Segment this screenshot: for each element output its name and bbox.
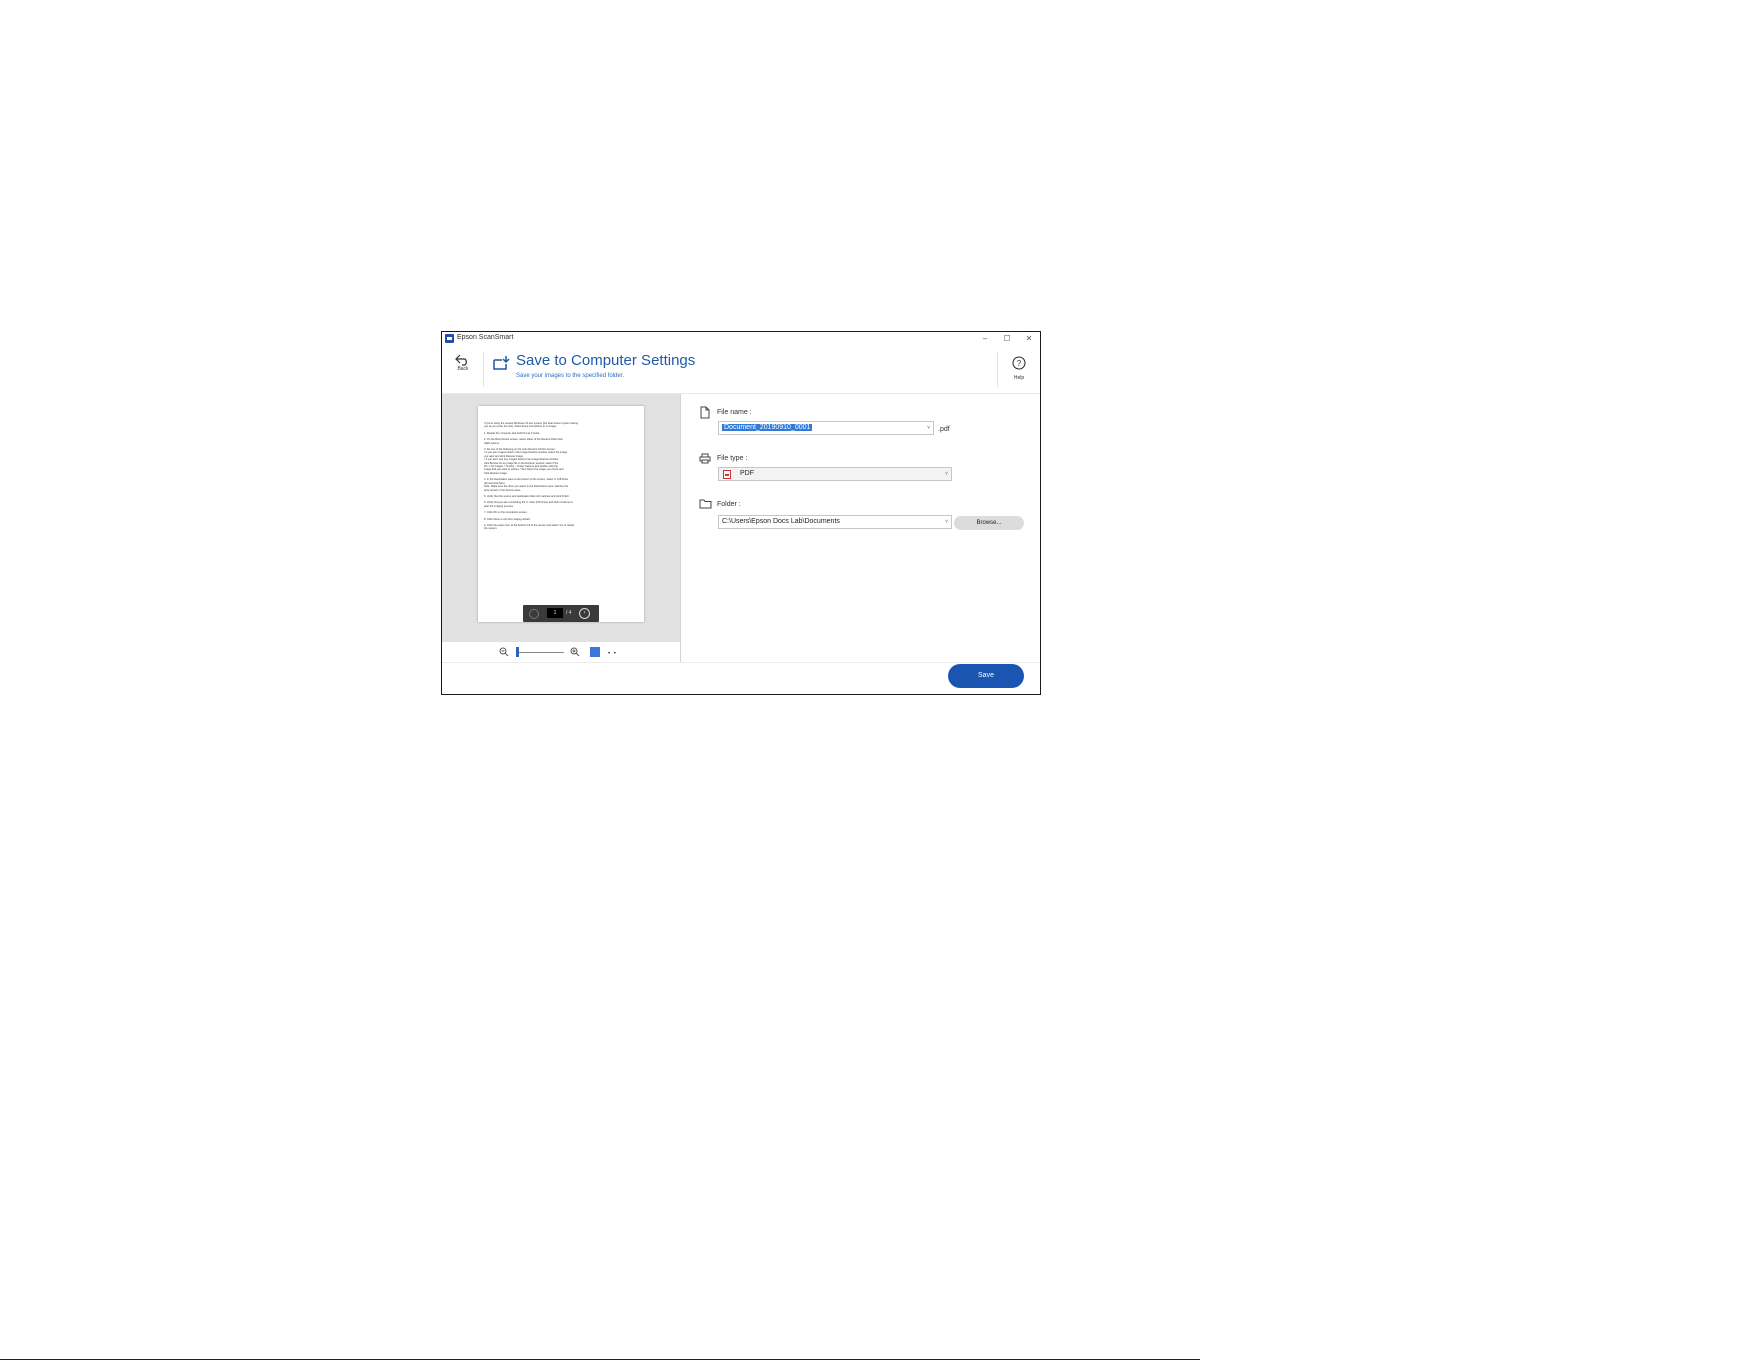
- browse-button[interactable]: Browse...: [954, 516, 1024, 530]
- file-name-icon: [700, 406, 710, 419]
- chevron-down-icon[interactable]: ˅: [945, 516, 948, 528]
- close-button[interactable]: ✕: [1018, 332, 1040, 345]
- previous-page-button[interactable]: [529, 609, 539, 619]
- epson-scansmart-window: Epson ScanSmart – ☐ ✕ Back Save to Compu…: [441, 331, 1041, 695]
- file-type-select[interactable]: PDF ˅: [718, 467, 952, 481]
- chevron-down-icon[interactable]: ˅: [945, 468, 948, 480]
- help-label: Help: [1013, 375, 1025, 381]
- page-navigator: 1 / 4 ›: [523, 605, 599, 622]
- fit-page-icon[interactable]: [590, 647, 600, 657]
- file-extension: .pdf: [938, 426, 950, 433]
- maximize-button[interactable]: ☐: [996, 332, 1018, 345]
- footer-divider: [442, 662, 1040, 663]
- folder-path-value: C:\Users\Epson Docs Lab\Documents: [722, 518, 840, 525]
- more-options-icon[interactable]: • •: [608, 651, 617, 657]
- header-divider: [483, 352, 484, 387]
- chevron-down-icon[interactable]: ˅: [927, 422, 930, 434]
- file-type-label: File type :: [717, 455, 748, 462]
- zoom-toolbar: • •: [442, 642, 681, 662]
- document-line: the system.: [484, 527, 498, 531]
- back-label: Back: [457, 366, 469, 372]
- page-title: Save to Computer Settings: [516, 352, 696, 369]
- document-preview[interactable]: If you're using the newest Windows 10 te…: [478, 406, 644, 622]
- help-circle-icon: ?: [1012, 356, 1026, 370]
- document-text: If you're using the newest Windows 10 te…: [484, 422, 638, 531]
- title-bar: Epson ScanSmart – ☐ ✕: [442, 332, 1040, 345]
- zoom-in-icon[interactable]: [570, 647, 580, 657]
- back-button[interactable]: Back: [448, 354, 478, 388]
- app-logo-icon: [445, 334, 454, 343]
- save-button[interactable]: Save: [948, 664, 1024, 688]
- header-divider-right: [997, 352, 998, 387]
- folder-path-input[interactable]: C:\Users\Epson Docs Lab\Documents ˅: [718, 515, 952, 529]
- zoom-out-icon[interactable]: [499, 647, 509, 657]
- page-subtitle: Save your images to the specified folder…: [516, 373, 625, 379]
- folder-icon: [699, 499, 712, 509]
- back-arrow-icon: [455, 354, 467, 366]
- zoom-slider-track[interactable]: [516, 652, 564, 653]
- file-name-label: File name :: [717, 409, 752, 416]
- save-to-computer-icon: [493, 356, 510, 370]
- page-total: / 4: [566, 610, 572, 616]
- zoom-slider-thumb[interactable]: [515, 647, 519, 657]
- next-page-button[interactable]: ›: [579, 608, 590, 619]
- app-title: Epson ScanSmart: [457, 334, 514, 341]
- page-number-input[interactable]: 1: [547, 608, 563, 618]
- svg-text:?: ?: [1017, 359, 1022, 368]
- preview-pane: If you're using the newest Windows 10 te…: [442, 394, 681, 642]
- pdf-icon: [723, 470, 731, 479]
- file-name-input[interactable]: Document_20190910_0001 ˅: [718, 421, 934, 435]
- page-bottom-rule: [0, 1359, 1200, 1360]
- file-type-value: PDF: [740, 470, 754, 477]
- folder-label: Folder :: [717, 501, 741, 508]
- printer-icon: [699, 453, 711, 464]
- minimize-button[interactable]: –: [974, 332, 996, 345]
- help-button[interactable]: ? Help: [1006, 356, 1032, 388]
- file-name-value: Document_20190910_0001: [722, 424, 813, 431]
- page-header: Back Save to Computer Settings Save your…: [442, 346, 1040, 394]
